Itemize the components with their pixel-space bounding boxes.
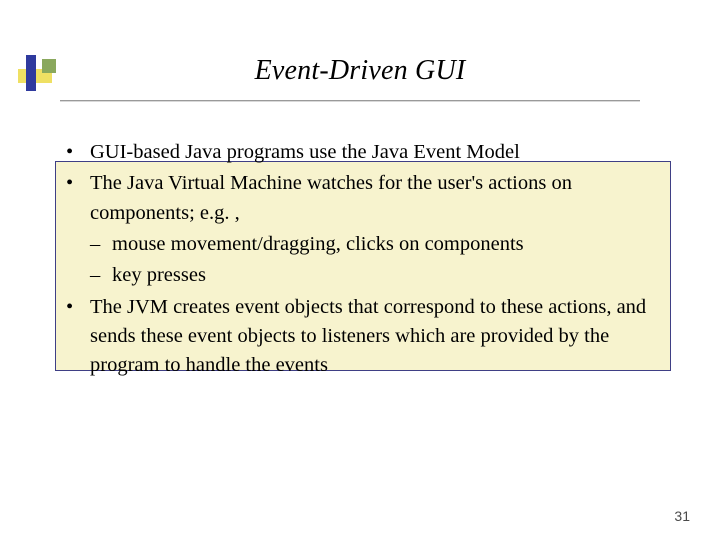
bullet-level-1: The Java Virtual Machine watches for the… <box>66 169 676 228</box>
bullet-level-1: The JVM creates event objects that corre… <box>66 293 676 381</box>
body-text: GUI-based Java programs use the Java Eve… <box>66 138 676 383</box>
bullet-level-1: GUI-based Java programs use the Java Eve… <box>66 138 676 167</box>
title-underline <box>60 100 640 102</box>
bullet-level-2: key presses <box>66 261 676 290</box>
slide: Event-Driven GUI GUI-based Java programs… <box>0 0 720 540</box>
bullet-level-2: mouse movement/dragging, clicks on compo… <box>66 230 676 259</box>
page-number: 31 <box>674 508 690 524</box>
slide-title: Event-Driven GUI <box>0 55 720 87</box>
